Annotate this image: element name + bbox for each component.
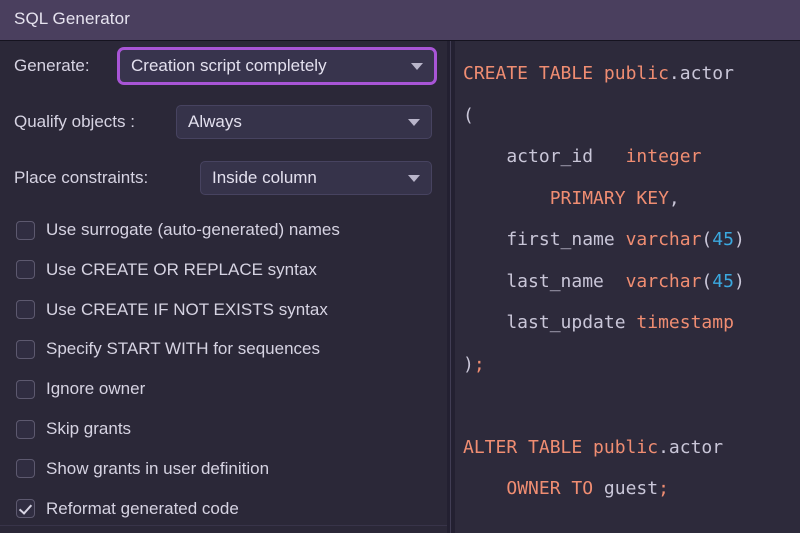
code-line: actor_id integer (463, 136, 800, 178)
code-token: public (604, 63, 669, 84)
options-pane: Generate: Creation script completely Quali… (0, 41, 447, 533)
chevron-down-icon[interactable] (408, 175, 420, 182)
option-checkbox-row[interactable]: Specify START WITH for sequences (16, 334, 320, 364)
option-checkbox-label: Ignore owner (46, 379, 145, 399)
code-token: . (658, 437, 669, 458)
code-token: varchar (626, 271, 702, 292)
checkbox-unchecked-icon[interactable] (16, 300, 35, 319)
combobox-0[interactable]: Creation script completely (119, 49, 435, 83)
code-token: ( (463, 105, 474, 126)
code-token: last_name (463, 271, 626, 292)
sql-preview-code: CREATE TABLE public.actor( actor_id inte… (463, 53, 800, 510)
code-token: ) (734, 229, 745, 250)
checkbox-unchecked-icon[interactable] (16, 340, 35, 359)
code-line: first_name varchar(45) (463, 219, 800, 261)
chevron-down-icon[interactable] (408, 119, 420, 126)
form-label-1: Qualify objects : (14, 112, 135, 132)
window-title: SQL Generator (14, 9, 130, 29)
code-line: PRIMARY KEY, (463, 178, 800, 220)
code-token: guest (604, 478, 658, 499)
code-token: varchar (626, 229, 702, 250)
code-token: , (669, 188, 680, 209)
option-checkbox-row[interactable]: Use CREATE IF NOT EXISTS syntax (16, 295, 328, 325)
code-line: CREATE TABLE public.actor (463, 53, 800, 95)
code-line: ); (463, 344, 800, 386)
code-token: ( (701, 271, 712, 292)
code-token: ) (463, 354, 474, 375)
pane-bottom-divider (0, 525, 447, 526)
option-checkbox-label: Show grants in user definition (46, 459, 269, 479)
code-token: ) (734, 271, 745, 292)
combobox-value-2: Inside column (212, 168, 317, 188)
code-token: timestamp (636, 312, 734, 333)
option-checkbox-label: Skip grants (46, 419, 131, 439)
checkbox-unchecked-icon[interactable] (16, 221, 35, 240)
option-checkbox-label: Use CREATE IF NOT EXISTS syntax (46, 300, 328, 320)
combobox-2[interactable]: Inside column (200, 161, 432, 195)
code-token: integer (626, 146, 702, 167)
checkbox-unchecked-icon[interactable] (16, 420, 35, 439)
code-token: PRIMARY KEY (550, 188, 669, 209)
code-token: . (669, 63, 680, 84)
code-line: last_name varchar(45) (463, 261, 800, 303)
code-token: CREATE TABLE (463, 63, 604, 84)
code-token: actor_id (463, 146, 626, 167)
option-checkbox-row[interactable]: Ignore owner (16, 374, 145, 404)
combobox-value-1: Always (188, 112, 242, 132)
combobox-value-0: Creation script completely (131, 56, 327, 76)
code-line: OWNER TO guest; (463, 468, 800, 510)
code-token: public (593, 437, 658, 458)
option-checkbox-label: Use surrogate (auto-generated) names (46, 220, 340, 240)
code-token: 45 (712, 271, 734, 292)
form-label-0: Generate: (14, 56, 90, 76)
checkbox-unchecked-icon[interactable] (16, 459, 35, 478)
sql-preview-pane[interactable]: CREATE TABLE public.actor( actor_id inte… (455, 41, 800, 533)
code-token: ; (474, 354, 485, 375)
code-token: actor (680, 63, 734, 84)
option-checkbox-row[interactable]: Skip grants (16, 414, 131, 444)
pane-splitter[interactable] (447, 41, 455, 533)
code-token: 45 (712, 229, 734, 250)
code-line: last_update timestamp (463, 302, 800, 344)
combobox-1[interactable]: Always (176, 105, 432, 139)
checkbox-unchecked-icon[interactable] (16, 260, 35, 279)
code-token: first_name (463, 229, 626, 250)
checkbox-unchecked-icon[interactable] (16, 380, 35, 399)
code-line: ALTER TABLE public.actor (463, 427, 800, 469)
option-checkbox-label: Reformat generated code (46, 499, 239, 519)
window-titlebar: SQL Generator (0, 0, 800, 41)
chevron-down-icon[interactable] (411, 63, 423, 70)
code-token (463, 188, 550, 209)
code-token: ; (658, 478, 669, 499)
code-token: ALTER TABLE (463, 437, 593, 458)
code-token: actor (669, 437, 723, 458)
option-checkbox-label: Specify START WITH for sequences (46, 339, 320, 359)
option-checkbox-row[interactable]: Show grants in user definition (16, 454, 269, 484)
code-line: ( (463, 95, 800, 137)
option-checkbox-row[interactable]: Use CREATE OR REPLACE syntax (16, 255, 317, 285)
sql-generator-window: SQL Generator Generate: Creation script c… (0, 0, 800, 533)
code-line (463, 385, 800, 427)
code-token: last_update (463, 312, 636, 333)
form-label-2: Place constraints: (14, 168, 148, 188)
code-token: OWNER TO (506, 478, 604, 499)
code-token (463, 478, 506, 499)
option-checkbox-row[interactable]: Use surrogate (auto-generated) names (16, 215, 340, 245)
option-checkbox-label: Use CREATE OR REPLACE syntax (46, 260, 317, 280)
checkbox-checked-icon[interactable] (16, 499, 35, 518)
window-body: Generate: Creation script completely Quali… (0, 41, 800, 533)
option-checkbox-row[interactable]: Reformat generated code (16, 494, 239, 524)
code-token: ( (701, 229, 712, 250)
